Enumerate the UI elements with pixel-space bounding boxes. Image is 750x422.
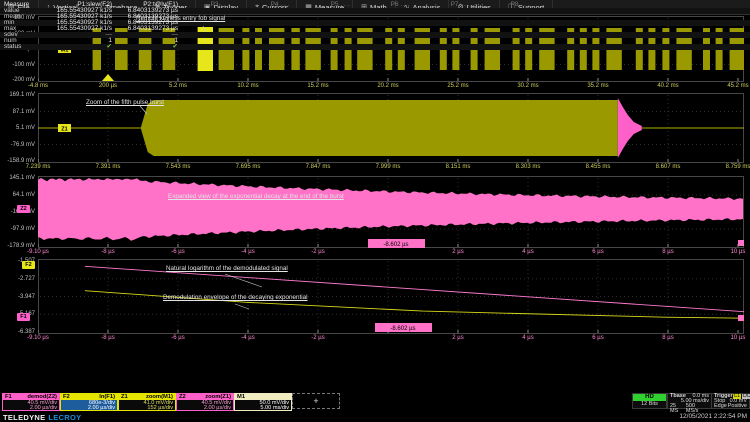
decay-envelope-trace[interactable] (38, 178, 743, 241)
x-axis-label: 4 µs (506, 249, 550, 256)
brand-teledyne: TELEDYNE (3, 413, 45, 422)
x-axis-label: -4.8 ms (16, 83, 60, 90)
clock: 12/05/2021 2:22:54 PM (679, 413, 747, 420)
x-axis-label: 10.2 ms (226, 83, 270, 90)
y-axis-label: 5.1 mV (0, 125, 35, 131)
trigger-position-marker[interactable] (102, 74, 114, 81)
x-axis-label: 6 µs (576, 249, 620, 256)
y-axis-label: -100 mV (0, 62, 35, 68)
x-axis-label: -9.10 µs (16, 249, 60, 256)
x-axis-label: 5.2 ms (156, 83, 200, 90)
x-axis-label: 7.391 ms (86, 164, 130, 171)
x-axis-label: 8.303 ms (506, 164, 550, 171)
x-axis-label: -9.10 µs (16, 335, 60, 342)
x-axis-label: 200 µs (86, 83, 130, 90)
x-axis-label: 7.999 ms (366, 164, 410, 171)
y-axis-label: -76.9 mV (0, 142, 35, 148)
x-axis-label: 6 µs (576, 335, 620, 342)
trace-badge-f2[interactable]: F2 (22, 261, 35, 269)
measure-table: MeasureP1:slew(F2)P2:t@lv(F1)P3 . . .P4 … (0, 0, 750, 49)
x-axis-label: 7.239 ms (16, 164, 60, 171)
x-axis-label: 7.543 ms (156, 164, 200, 171)
annotation-zoom-burst: Zoom of the fifth pulse burst (86, 99, 164, 106)
y-axis-label: -3.947 (0, 294, 35, 300)
x-axis-label: 40.2 ms (646, 83, 690, 90)
hd-badge: HD (633, 394, 666, 401)
x-axis-label: -2 µs (296, 249, 340, 256)
trigger-row3: EdgePositive (712, 404, 749, 409)
x-axis-label: 35.2 ms (576, 83, 620, 90)
y-axis-label: 169.1 mV (0, 92, 35, 98)
brand-logo: TELEDYNELECROY (3, 413, 81, 422)
x-axis-label: 4 µs (506, 335, 550, 342)
x-axis-label: 7.695 ms (226, 164, 270, 171)
hd-bits: 12 Bits (633, 401, 666, 408)
x-axis-label: 2 µs (436, 335, 480, 342)
x-axis-label: 2 µs (436, 249, 480, 256)
annotation-leader (225, 274, 262, 287)
cursor-readout-label: -8.602 µs (383, 242, 408, 248)
y-axis-label: 64.1 mV (0, 192, 35, 198)
y-axis-label: -97.9 mV (0, 226, 35, 232)
x-axis-label: 10 µs (716, 335, 750, 342)
trigger-box[interactable]: TriggerC1DCStop0.0 mVEdgePositive (711, 393, 750, 409)
x-axis-label: -6 µs (156, 335, 200, 342)
measure-row-status: status✔✔ (0, 44, 750, 50)
cursor-readout-label: -8.602 µs (390, 326, 415, 332)
annotation-keyfob: Remote keyless entry fob signal (136, 15, 225, 22)
hd-mode-box[interactable]: HD12 Bits (632, 393, 667, 409)
x-axis-label: 15.2 ms (296, 83, 340, 90)
y-axis-label: 87.1 mV (0, 109, 35, 115)
x-axis-label: 8 µs (646, 249, 690, 256)
annotation-natural-log: Natural logarithm of the demodulated sig… (166, 265, 288, 272)
x-axis-label: 8.759 ms (716, 164, 750, 171)
x-axis-label: 25.2 ms (436, 83, 480, 90)
trigger-type: Edge (714, 404, 727, 409)
bottom-bar: TELEDYNELECROY 12/05/2021 2:22:54 PM (0, 411, 750, 422)
y-axis-label: -2.727 (0, 276, 35, 282)
panel-exponential-decay: 145.1 mV64.1 mV-16.9 mV-97.9 mV-178.9 mV… (0, 176, 750, 258)
decay-transient[interactable] (618, 98, 642, 158)
brand-lecroy: LECROY (48, 413, 81, 422)
x-axis-label: 8.151 ms (436, 164, 480, 171)
x-axis-label: 7.847 ms (296, 164, 340, 171)
trace-ln-demod[interactable] (85, 266, 744, 312)
x-axis-label: 8.455 ms (576, 164, 620, 171)
x-axis-label: -4 µs (226, 249, 270, 256)
x-axis-label: 30.2 ms (506, 83, 550, 90)
cursor-marker[interactable] (738, 240, 744, 246)
x-axis-label: 8 µs (646, 335, 690, 342)
waveform-plot-4[interactable]: -8.602 µs (38, 259, 744, 334)
x-axis-label: -6 µs (156, 249, 200, 256)
cursor-marker[interactable] (738, 315, 744, 321)
annotation-demod-envelope: Demodulation envelope of the decaying ex… (163, 294, 308, 301)
y-axis-label: 145.1 mV (0, 175, 35, 181)
burst-body[interactable] (141, 100, 618, 156)
trace-badge-f1[interactable]: F1 (17, 313, 30, 321)
annotation-exp-decay: Expanded view of the exponential decay a… (168, 193, 344, 200)
x-axis-label: -8 µs (86, 335, 130, 342)
oscilloscope-screen: ▤File↕Vertical↔Timebase↯Trigger▣Display⌖… (0, 0, 750, 422)
trace-badge-label: Z1 (61, 127, 67, 133)
x-axis-label: -8 µs (86, 249, 130, 256)
x-axis-label: 45.2 ms (716, 83, 750, 90)
x-axis-label: 8.607 ms (646, 164, 690, 171)
trigger-slope: Positive (728, 404, 747, 409)
annotation-leader-2 (235, 304, 249, 309)
x-axis-label: 10 µs (716, 249, 750, 256)
trace-badge-z2[interactable]: Z2 (17, 205, 30, 213)
panel-log-and-fit: -1.507-2.727-3.947-5.167-6.387-9.10 µs-8… (0, 259, 750, 344)
timebase-box[interactable]: Tbase0.0 ms5.00 ms/div25 MS500 MS/s (667, 393, 712, 409)
x-axis-label: -2 µs (296, 335, 340, 342)
x-axis-label: -4 µs (226, 335, 270, 342)
x-axis-label: 20.2 ms (366, 83, 410, 90)
waveform-plot-3[interactable]: -8.602 µs (38, 176, 744, 248)
status-cluster: HD12 BitsTbase0.0 ms5.00 ms/div25 MS500 … (0, 393, 750, 410)
measure-cell: ✔ (68, 44, 178, 50)
